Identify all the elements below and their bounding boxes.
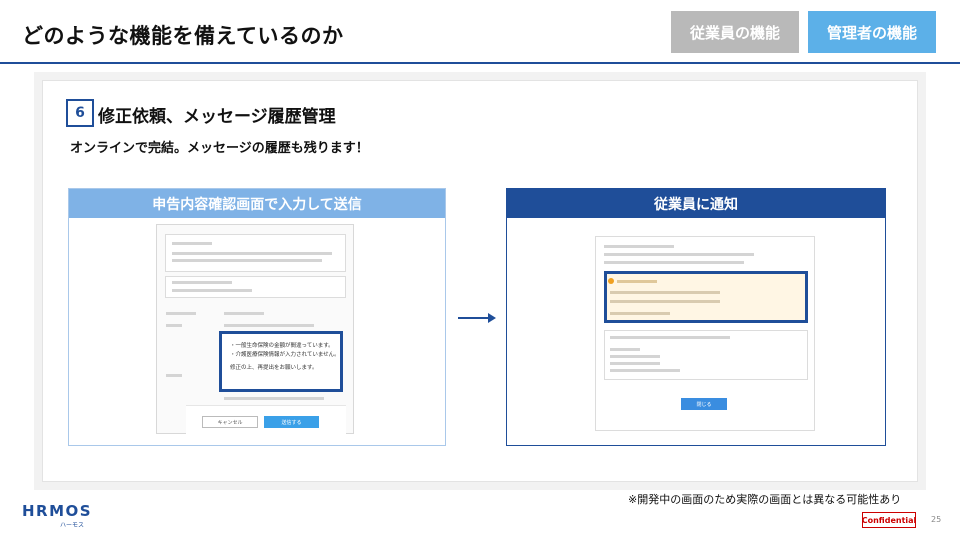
mock-text-line (610, 348, 640, 351)
mock-text-line (224, 324, 314, 327)
mock-text-line (610, 336, 730, 339)
notification-panel-header: 従業員に通知 (507, 189, 885, 218)
mock-text-line (610, 355, 660, 358)
tab-admin-features[interactable]: 管理者の機能 (808, 11, 936, 53)
mock-text-line (604, 253, 754, 256)
mock-text-line (610, 369, 680, 372)
arrow-right-icon (458, 313, 496, 323)
section-subtitle: オンラインで完結。メッセージの履歴も残ります！ (70, 141, 369, 156)
mock-message-reply-box (165, 276, 346, 298)
mock-text-line (172, 281, 232, 284)
mock-text-line (610, 291, 720, 294)
cancel-button[interactable]: キャンセル (202, 416, 258, 428)
section-title: 修正依頼、メッセージ履歴管理 (98, 107, 336, 127)
hrmos-logo: HRMOS (22, 502, 93, 520)
disclaimer-note: ※開発中の画面のため実際の画面とは異なる可能性あり (628, 493, 902, 506)
mock-text-line (172, 289, 252, 292)
header-divider (0, 62, 960, 64)
message-line-2: ・介護医療保険情報が入力されていません。 (230, 352, 340, 358)
mock-text-line (172, 259, 322, 262)
page-number: 25 (931, 515, 942, 524)
send-button[interactable]: 送信する (264, 416, 319, 428)
mock-text-line (166, 312, 196, 315)
mock-text-line (224, 312, 264, 315)
confidential-badge: Confidential (862, 512, 916, 528)
tab-employee-features[interactable]: 従業員の機能 (671, 11, 799, 53)
mock-text-line (610, 300, 720, 303)
mock-text-line (166, 324, 182, 327)
page-title: どのような機能を備えているのか (22, 24, 344, 48)
message-line-3: 修正の上、再提出をお願いします。 (230, 365, 318, 371)
mock-text-line (172, 252, 332, 255)
mock-text-line (172, 242, 212, 245)
hrmos-logo-subtext: ハーモス (60, 522, 85, 529)
close-button[interactable]: 閉じる (681, 398, 727, 410)
mock-text-line (610, 362, 660, 365)
mock-text-line (224, 397, 324, 400)
message-line-1: ・一般生命保険の金額が間違っています。 (230, 343, 334, 349)
warning-icon (608, 278, 614, 284)
section-number-badge: 6 (66, 99, 94, 127)
mock-text-line (604, 261, 744, 264)
correction-notice-highlight (604, 271, 808, 323)
mock-text-line (604, 245, 674, 248)
mock-text-line (610, 312, 670, 315)
mock-text-line (617, 280, 657, 283)
mock-text-line (166, 374, 182, 377)
message-input-highlight[interactable]: ・一般生命保険の金額が間違っています。 ・介護医療保険情報が入力されていません。… (219, 331, 343, 392)
input-screen-panel-header: 申告内容確認画面で入力して送信 (69, 189, 445, 218)
